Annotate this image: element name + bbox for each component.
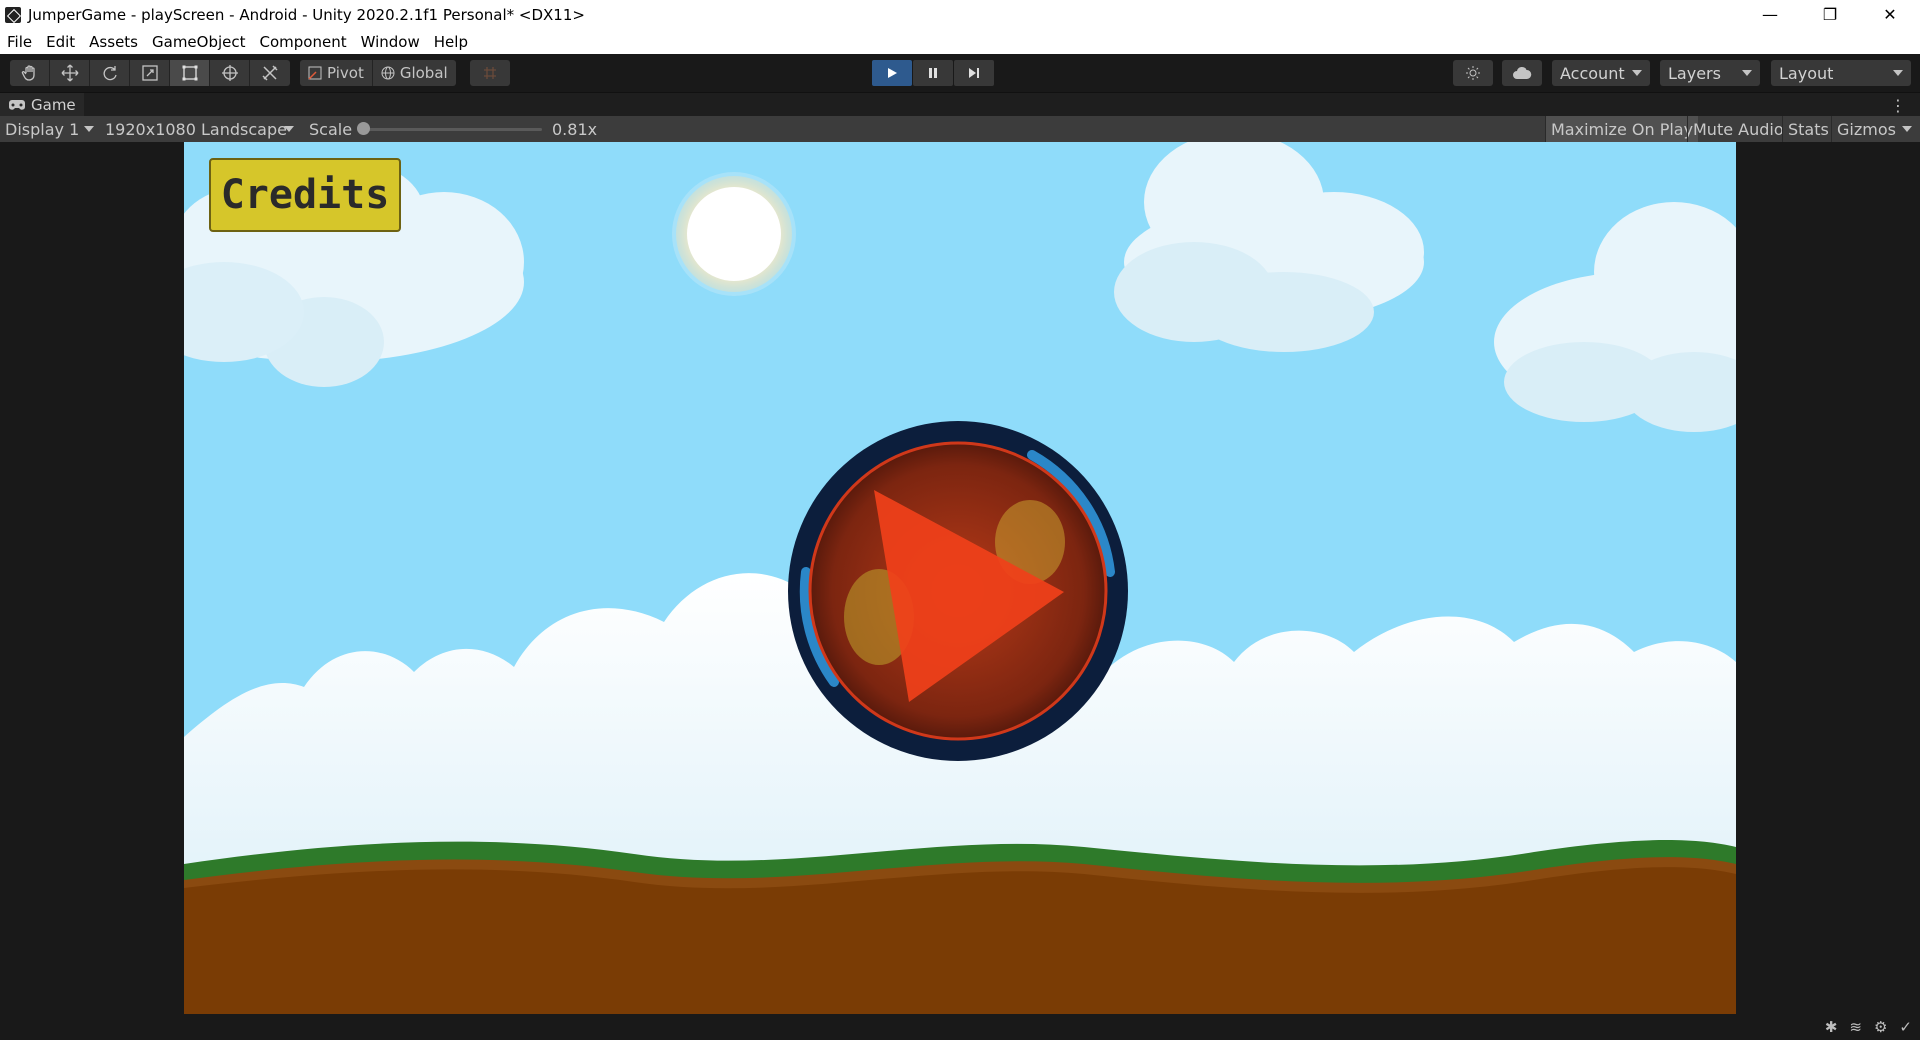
maximize-on-play-toggle[interactable]: Maximize On Play	[1545, 116, 1699, 142]
menu-edit[interactable]: Edit	[39, 33, 82, 51]
step-button[interactable]	[954, 60, 994, 86]
settings-icon[interactable]: ⚙	[1874, 1018, 1887, 1036]
grid-snap-group	[470, 60, 510, 86]
account-dropdown[interactable]: Account	[1552, 60, 1650, 86]
transform-icon	[221, 65, 238, 81]
window-titlebar: JumperGame - playScreen - Android - Unit…	[0, 0, 1920, 29]
global-label: Global	[399, 64, 448, 82]
sun	[672, 172, 796, 296]
grid-snap-button[interactable]	[470, 60, 510, 86]
ground	[184, 840, 1736, 1014]
pause-icon	[929, 68, 937, 78]
scale-tool-button[interactable]	[130, 60, 170, 86]
transform-tools	[10, 60, 290, 86]
layers-icon[interactable]: ≋	[1849, 1018, 1862, 1036]
scale-icon	[141, 65, 158, 81]
grid-snap-icon	[484, 67, 496, 79]
scale-slider-track[interactable]	[362, 128, 542, 131]
layout-label: Layout	[1779, 63, 1834, 83]
menu-assets[interactable]: Assets	[82, 33, 145, 51]
window-controls: — ❐ ✕	[1740, 0, 1920, 29]
unity-app-icon	[5, 6, 21, 23]
cloud-button[interactable]	[1502, 60, 1542, 86]
menu-component[interactable]: Component	[253, 33, 354, 51]
play-icon	[888, 68, 897, 78]
game-view-options: Display 1 1920x1080 Landscape Scale 0.81…	[0, 116, 1920, 142]
play-controls	[872, 60, 994, 86]
bug-icon[interactable]: ✱	[1825, 1018, 1838, 1036]
gamepad-icon	[9, 100, 25, 110]
pause-button[interactable]	[913, 60, 953, 86]
step-icon	[969, 68, 979, 78]
cloud-far-right	[1494, 202, 1736, 432]
transform-tool-button[interactable]	[210, 60, 250, 86]
layout-dropdown[interactable]: Layout	[1771, 60, 1911, 86]
play-triangle-icon	[874, 490, 1064, 702]
game-play-button[interactable]	[864, 482, 1094, 712]
credits-button[interactable]: Credits	[209, 158, 401, 232]
move-tool-button[interactable]	[50, 60, 90, 86]
check-icon[interactable]: ✓	[1899, 1018, 1912, 1036]
mute-audio-toggle[interactable]: Mute Audio	[1687, 116, 1789, 142]
hand-icon	[21, 65, 35, 81]
custom-tool-icon	[262, 65, 278, 81]
tab-row: Game ⋮	[0, 92, 1920, 117]
move-icon	[61, 64, 78, 82]
custom-tool-button[interactable]	[250, 60, 290, 86]
maximize-button[interactable]: ❐	[1800, 0, 1860, 29]
menu-help[interactable]: Help	[427, 33, 475, 51]
scale-label: Scale	[309, 120, 353, 139]
close-button[interactable]: ✕	[1860, 0, 1920, 29]
menu-bar: File Edit Assets GameObject Component Wi…	[0, 29, 1920, 54]
pivot-global-group: Pivot Global	[300, 60, 456, 86]
rotate-tool-button[interactable]	[90, 60, 130, 86]
pivot-toggle[interactable]: Pivot	[300, 60, 373, 86]
sun-icon	[1466, 66, 1480, 80]
global-toggle[interactable]: Global	[373, 60, 456, 86]
minimize-button[interactable]: —	[1740, 0, 1800, 29]
rect-tool-button[interactable]	[170, 60, 210, 86]
display-dropdown[interactable]: Display 1	[5, 120, 79, 139]
layers-dropdown[interactable]: Layers	[1660, 60, 1760, 86]
globe-icon	[381, 66, 395, 80]
layers-label: Layers	[1668, 63, 1721, 83]
pivot-label: Pivot	[327, 64, 364, 82]
scale-value: 0.81x	[552, 120, 598, 139]
more-options-icon[interactable]: ⋮	[1890, 96, 1906, 115]
rect-icon	[182, 65, 197, 81]
menu-file[interactable]: File	[0, 33, 39, 51]
chevron-down-icon	[1893, 70, 1903, 76]
tab-game[interactable]: Game	[0, 93, 84, 117]
cloud-top-right	[1114, 142, 1424, 352]
scale-slider-thumb[interactable]	[357, 122, 370, 135]
menu-window[interactable]: Window	[354, 33, 427, 51]
chevron-down-icon[interactable]	[1902, 126, 1912, 132]
resolution-dropdown[interactable]: 1920x1080 Landscape	[105, 120, 287, 139]
main-toolbar: Pivot Global Account Layers Layout	[0, 54, 1920, 92]
chevron-down-icon	[284, 126, 294, 132]
chevron-down-icon	[1742, 70, 1752, 76]
pivot-icon	[308, 66, 322, 80]
chevron-down-icon	[1632, 70, 1642, 76]
stats-toggle[interactable]: Stats	[1782, 116, 1834, 142]
chevron-down-icon	[84, 126, 94, 132]
cloud-icon	[1513, 66, 1532, 79]
window-title: JumperGame - playScreen - Android - Unit…	[28, 5, 585, 24]
rotate-icon	[103, 66, 117, 81]
status-icons: ✱ ≋ ⚙ ✓	[1825, 1018, 1912, 1036]
tab-game-label: Game	[31, 96, 76, 114]
status-bar: ✱ ≋ ⚙ ✓	[0, 1014, 1920, 1040]
game-view[interactable]: Credits	[184, 142, 1736, 1014]
services-button[interactable]	[1453, 60, 1493, 86]
account-label: Account	[1560, 63, 1625, 83]
play-button[interactable]	[872, 60, 912, 86]
gizmos-toggle[interactable]: Gizmos	[1831, 116, 1901, 142]
menu-gameobject[interactable]: GameObject	[145, 33, 253, 51]
hand-tool-button[interactable]	[10, 60, 50, 86]
